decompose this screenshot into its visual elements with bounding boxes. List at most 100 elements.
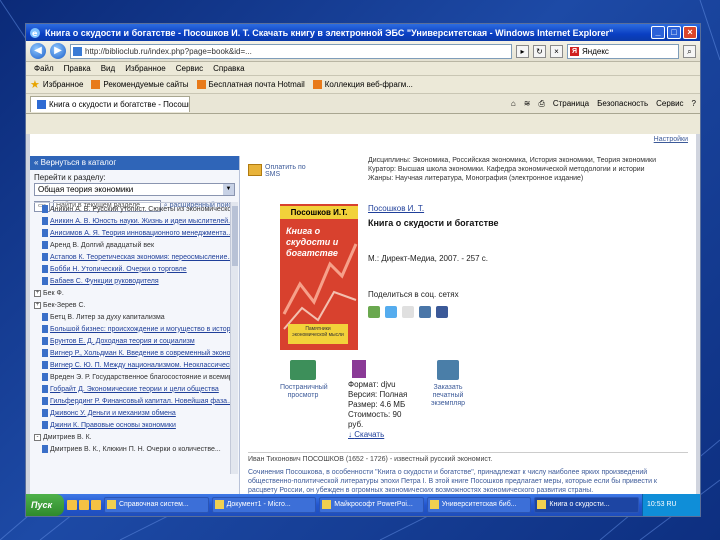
- menu-edit[interactable]: Правка: [64, 64, 91, 73]
- page-view-link[interactable]: Постраничный просмотр: [280, 360, 328, 400]
- help-icon[interactable]: ?: [692, 99, 696, 108]
- book-cover[interactable]: Посошков И.Т. Книга о скудости и богатст…: [280, 204, 358, 350]
- quick-launch-icon[interactable]: [91, 500, 101, 510]
- print-icon[interactable]: ⎙: [538, 99, 544, 109]
- tree-item[interactable]: Дживонс У. Деньги и механизм обмена: [34, 407, 230, 419]
- livejournal-icon[interactable]: [402, 306, 414, 318]
- book-publisher: М.: Директ-Медиа, 2007. - 257 с.: [368, 254, 489, 263]
- menu-help[interactable]: Справка: [213, 64, 244, 73]
- book-author-link[interactable]: Посошков И. Т.: [368, 204, 424, 213]
- back-to-catalog-link[interactable]: « Вернуться в каталог: [30, 156, 239, 170]
- app-icon: [214, 500, 224, 509]
- tree-item[interactable]: Аникин А. В. Юность науки. Жизнь и идеи …: [34, 215, 230, 227]
- tree-item[interactable]: Бабаев С. Функции руководителя: [34, 275, 230, 287]
- download-link[interactable]: ↓ Скачать: [348, 430, 418, 440]
- menu-tools[interactable]: Сервис: [176, 64, 203, 73]
- expand-icon[interactable]: +: [34, 289, 41, 297]
- close-button[interactable]: ×: [683, 26, 697, 39]
- tools-menu[interactable]: Сервис: [656, 99, 683, 108]
- tree-item[interactable]: + Бек Ф.: [34, 287, 230, 299]
- menu-favorites[interactable]: Избранное: [125, 64, 166, 73]
- quick-launch: [67, 500, 101, 510]
- tab-active[interactable]: Книга о скудости и богатстве - Посошков …: [30, 95, 190, 112]
- address-bar[interactable]: http://biblioclub.ru/index.php?page=book…: [70, 43, 512, 59]
- search-magnifier-icon[interactable]: ⌕: [683, 44, 696, 58]
- taskbar-task[interactable]: Университетская биб...: [426, 497, 532, 513]
- tree-item[interactable]: Аникин А. В. Русский утопист. Сюжеты из …: [34, 203, 230, 215]
- format-info: Формат: djvu Версия: Полная Размер: 4.6 …: [348, 360, 418, 440]
- address-url: http://biblioclub.ru/index.php?page=book…: [85, 46, 252, 56]
- taskbar-task[interactable]: Документ1 - Micro...: [211, 497, 317, 513]
- menu-view[interactable]: Вид: [101, 64, 115, 73]
- page-view-label: Постраничный просмотр: [280, 384, 328, 399]
- quick-launch-icon[interactable]: [67, 500, 77, 510]
- home-icon[interactable]: ⌂: [511, 99, 516, 108]
- download-label: Скачать: [354, 430, 385, 439]
- start-button[interactable]: Пуск: [26, 494, 64, 516]
- tree-item[interactable]: Астапов К. Теоретическая экономия: перео…: [34, 251, 230, 263]
- tree-item-label: Бек-Зерев С.: [43, 301, 86, 309]
- favorite-link[interactable]: Бесплатная почта Hotmail: [196, 80, 305, 89]
- share-icon[interactable]: [368, 306, 380, 318]
- tree-item[interactable]: Гобрайт Д. Экономические теории и цели о…: [34, 383, 230, 395]
- taskbar-task[interactable]: Книга о скудости...: [534, 497, 639, 513]
- meta-curator: Куратор: Высшая школа экономики. Кафедра…: [368, 166, 645, 173]
- safety-menu[interactable]: Безопасность: [597, 99, 648, 108]
- taskbar-task[interactable]: Справочная систем...: [104, 497, 209, 513]
- twitter-icon[interactable]: [385, 306, 397, 318]
- tree-item[interactable]: Большой бизнес: происхождение и могущест…: [34, 323, 230, 335]
- vk-icon[interactable]: [419, 306, 431, 318]
- tree-item[interactable]: Вигнер Р., Хольдман К. Введение в соврем…: [34, 347, 230, 359]
- pay-sms-link[interactable]: Оплатить по SMS: [248, 164, 312, 178]
- tree-item[interactable]: Дмитриев В. К., Клюкин П. Н. Очерки о ко…: [34, 443, 230, 455]
- scrollbar-thumb[interactable]: [232, 206, 238, 266]
- tree-item[interactable]: + Бек-Зерев С.: [34, 299, 230, 311]
- favorites-button[interactable]: ★ Избранное: [30, 78, 83, 91]
- taskbar-task-label: Книга о скудости...: [549, 501, 610, 508]
- tree-item[interactable]: Бобби Н. Утопический. Очерки о торговле: [34, 263, 230, 275]
- favorite-link[interactable]: Коллекция веб-фрагм...: [312, 80, 413, 89]
- refresh-icon[interactable]: ↻: [533, 44, 546, 58]
- favorites-bar: ★ Избранное Рекомендуемые сайты Бесплатн…: [26, 76, 700, 94]
- cover-title: Книга о скудости и богатстве: [286, 226, 339, 258]
- book-icon: [42, 349, 48, 357]
- back-arrow-icon[interactable]: ◀: [30, 43, 46, 59]
- book-icon: [42, 253, 48, 261]
- search-input[interactable]: Я Яндекс: [567, 43, 679, 59]
- tree-item[interactable]: Аренд В. Долгий двадцатый век: [34, 239, 230, 251]
- tree-scrollbar[interactable]: [230, 202, 238, 474]
- expand-icon[interactable]: +: [34, 301, 41, 309]
- taskbar-task[interactable]: Майкрософт PowerPoi...: [319, 497, 424, 513]
- tree-item-label: Бобби Н. Утопический. Очерки о торговле: [50, 265, 187, 273]
- book-icon: [42, 241, 48, 249]
- tree-item-label: Астапов К. Теоретическая экономия: перео…: [50, 253, 230, 261]
- about-text: Сочинения Посошкова, в особенности "Книг…: [248, 469, 657, 494]
- tree-item[interactable]: Брунтов Е. Д. Доходная теория и социализ…: [34, 335, 230, 347]
- tree-item[interactable]: Гильфердинг Р. Финансовый капитал. Новей…: [34, 395, 230, 407]
- system-tray: 10:53 RU: [642, 494, 700, 516]
- maximize-button[interactable]: □: [667, 26, 681, 39]
- tree-item[interactable]: Анисимов А. Я. Теория инновационного мен…: [34, 227, 230, 239]
- menu-file[interactable]: Файл: [34, 64, 54, 73]
- book-icon: [42, 277, 48, 285]
- facebook-icon[interactable]: [436, 306, 448, 318]
- tree-item[interactable]: Джини К. Правовые основы экономики: [34, 419, 230, 431]
- go-button[interactable]: ▸: [516, 44, 529, 58]
- tree-item[interactable]: Вигнер С. Ю. П. Между национализмом. Нео…: [34, 359, 230, 371]
- tree-item[interactable]: Вреден Э. Р. Государственное благосостоя…: [34, 371, 230, 383]
- tree-item[interactable]: Бетц В. Литер за духу капитализма: [34, 311, 230, 323]
- stop-icon[interactable]: ×: [550, 44, 563, 58]
- app-icon: [107, 500, 116, 509]
- settings-link[interactable]: Настройки: [654, 136, 688, 143]
- page-menu[interactable]: Страница: [553, 99, 589, 108]
- feed-icon[interactable]: ≋: [524, 99, 531, 108]
- minimize-button[interactable]: _: [651, 26, 665, 39]
- tree-item[interactable]: - Дмитриев В. К.: [34, 431, 230, 443]
- order-print-link[interactable]: Заказать печатный экземпляр: [420, 360, 476, 408]
- favorite-link[interactable]: Рекомендуемые сайты: [91, 80, 189, 89]
- quick-launch-icon[interactable]: [79, 500, 89, 510]
- collapse-icon[interactable]: -: [34, 433, 41, 441]
- section-select[interactable]: Общая теория экономики ▼: [34, 183, 235, 196]
- forward-arrow-icon[interactable]: ▶: [50, 43, 66, 59]
- menu-bar: Файл Правка Вид Избранное Сервис Справка: [26, 62, 700, 76]
